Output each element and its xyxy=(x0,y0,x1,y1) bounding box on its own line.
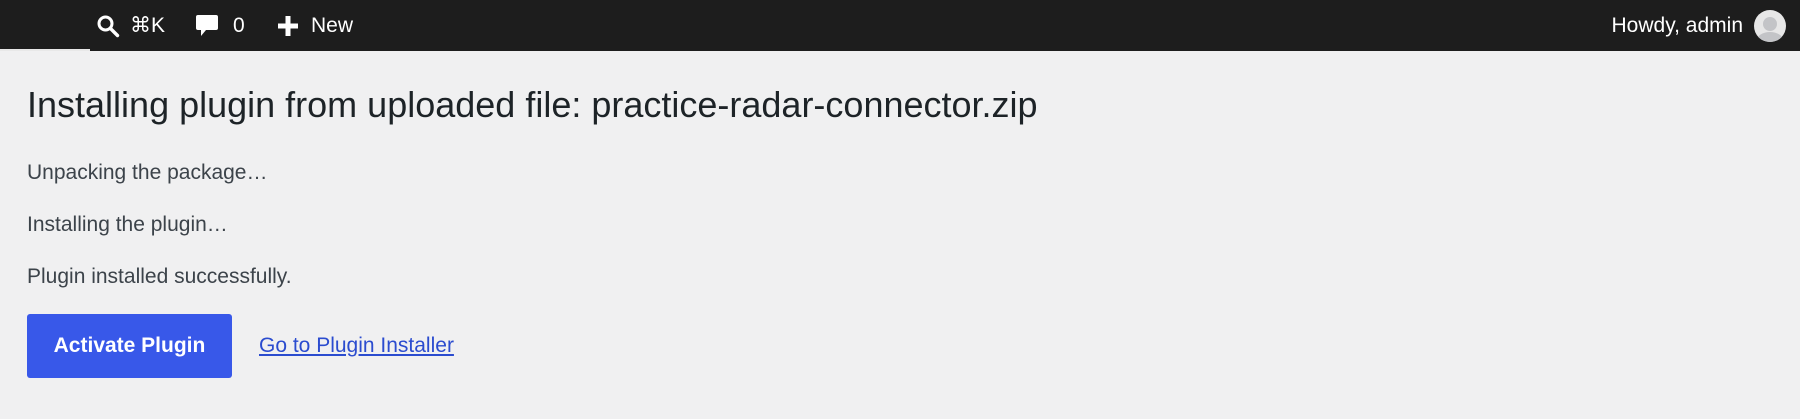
activate-plugin-button[interactable]: Activate Plugin xyxy=(27,314,232,378)
user-avatar-icon xyxy=(1754,9,1786,42)
admin-bar-search[interactable]: ⌘K xyxy=(96,0,165,51)
admin-bar-comments[interactable]: 0 xyxy=(195,0,245,51)
page-title: Installing plugin from uploaded file: pr… xyxy=(27,84,1038,125)
search-icon xyxy=(96,14,120,38)
status-message: Installing the plugin… xyxy=(27,213,228,236)
comments-count: 0 xyxy=(233,13,245,37)
status-message: Unpacking the package… xyxy=(27,161,268,184)
plus-icon xyxy=(276,14,300,38)
admin-bar-active-indicator xyxy=(0,49,90,51)
admin-bar: ⌘K 0 New Howdy, admin xyxy=(0,0,1800,51)
actions-row: Activate Plugin Go to Plugin Installer xyxy=(27,314,454,378)
admin-bar-new[interactable]: New xyxy=(276,0,353,51)
plugin-installer-link[interactable]: Go to Plugin Installer xyxy=(259,334,454,358)
admin-bar-account[interactable]: Howdy, admin xyxy=(1611,0,1786,51)
comment-bubble-icon xyxy=(195,13,219,39)
greeting-label: Howdy, admin xyxy=(1611,13,1744,37)
search-shortcut-label: ⌘K xyxy=(130,14,166,37)
new-label: New xyxy=(311,13,354,37)
status-message: Plugin installed successfully. xyxy=(27,265,292,288)
